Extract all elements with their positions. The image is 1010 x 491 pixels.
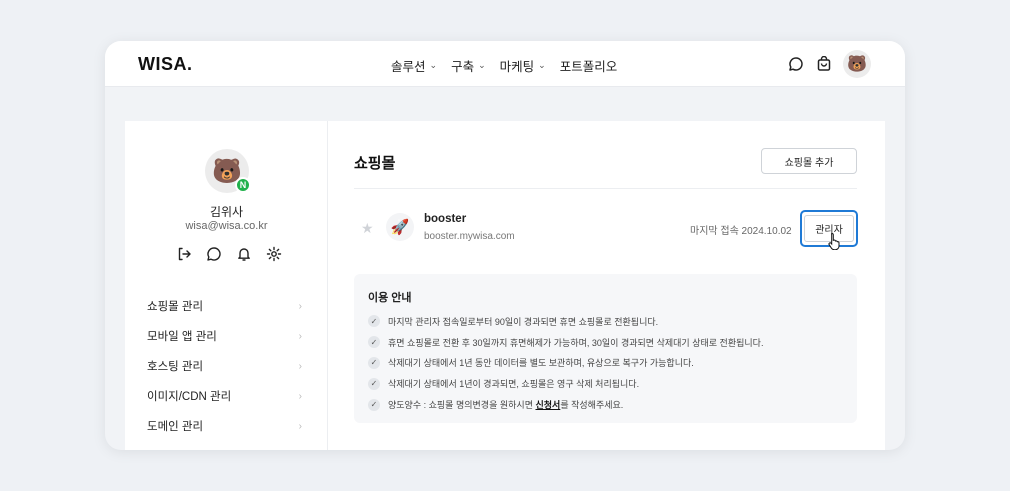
list-item: ✓ 삭제대기 상태에서 1년 동안 데이터를 별도 보관하며, 유상으로 복구가… [368, 353, 763, 374]
sidebar-item-mobile-app[interactable]: 모바일 앱 관리 › [125, 321, 328, 351]
cart-icon[interactable] [815, 55, 833, 73]
sidebar-item-label: 호스팅 관리 [147, 361, 204, 373]
naver-badge: N [235, 177, 251, 193]
main-nav: 솔루션 ⌄ 구축 ⌄ 마케팅 ⌄ 포트폴리오 [391, 56, 617, 75]
shop-url: booster.mywisa.com [424, 231, 515, 242]
main-content: 쇼핑몰 쇼핑몰 추가 ★ 🚀 booster booster.mywisa.co… [328, 121, 885, 450]
sidebar-menu: 쇼핑몰 관리 › 모바일 앱 관리 › 호스팅 관리 › 이미지/CDN 관리 … [125, 291, 328, 441]
sidebar-item-cdn[interactable]: 이미지/CDN 관리 › [125, 381, 328, 411]
app-window: WISA. 솔루션 ⌄ 구축 ⌄ 마케팅 ⌄ 포트폴리오 🐻 🐻 N 김위사 w… [105, 41, 905, 450]
application-form-link[interactable]: 신청서 [535, 400, 560, 410]
check-icon: ✓ [368, 356, 380, 369]
nav-item-label: 포트폴리오 [559, 60, 618, 74]
sidebar-item-label: 이미지/CDN 관리 [147, 391, 232, 403]
notice-text: 삭제대기 상태에서 1년이 경과되면, 쇼핑몰은 영구 삭제 처리됩니다. [388, 379, 640, 390]
nav-item-label: 솔루션 [391, 60, 426, 74]
chevron-right-icon: › [298, 360, 302, 372]
sidebar: 🐻 N 김위사 wisa@wisa.co.kr 쇼핑몰 관리 › 모바일 앱 관… [125, 121, 328, 450]
chevron-right-icon: › [298, 330, 302, 342]
list-item: ✓ 휴면 쇼핑몰로 전환 후 30일까지 휴면해제가 가능하며, 30일이 경과… [368, 332, 763, 353]
notice-title: 이용 안내 [368, 292, 412, 304]
check-icon: ✓ [368, 336, 380, 349]
notice-list: ✓ 마지막 관리자 접속일로부터 90일이 경과되면 휴면 쇼핑몰로 전환됩니다… [368, 311, 763, 415]
content-panel: 🐻 N 김위사 wisa@wisa.co.kr 쇼핑몰 관리 › 모바일 앱 관… [125, 121, 885, 450]
star-icon[interactable]: ★ [361, 220, 374, 237]
last-access-date: 마지막 접속 2024.10.02 [690, 226, 792, 237]
chevron-right-icon: › [298, 300, 302, 312]
user-avatar[interactable]: 🐻 [843, 50, 871, 78]
nav-item-build[interactable]: 구축 ⌄ [451, 56, 486, 75]
list-item: ✓ 마지막 관리자 접속일로부터 90일이 경과되면 휴면 쇼핑몰로 전환됩니다… [368, 311, 763, 332]
gear-icon[interactable] [265, 245, 283, 263]
chevron-down-icon: ⌄ [429, 60, 438, 70]
check-icon: ✓ [368, 315, 380, 328]
profile-actions [175, 245, 283, 263]
sidebar-item-label: 쇼핑몰 관리 [147, 301, 204, 313]
user-email: wisa@wisa.co.kr [185, 220, 268, 232]
check-icon: ✓ [368, 377, 380, 390]
notice-text: 휴면 쇼핑몰로 전환 후 30일까지 휴면해제가 가능하며, 30일이 경과되면… [388, 337, 764, 348]
divider [354, 188, 857, 189]
nav-item-portfolio[interactable]: 포트폴리오 [560, 56, 618, 75]
sidebar-item-label: 도메인 관리 [147, 421, 204, 433]
top-navigation-bar: WISA. 솔루션 ⌄ 구축 ⌄ 마케팅 ⌄ 포트폴리오 🐻 [105, 41, 905, 87]
notice-prefix: 양도양수 : 쇼핑몰 명의변경을 원하시면 [388, 400, 536, 411]
chevron-right-icon: › [298, 420, 302, 432]
chat-icon[interactable] [787, 55, 805, 73]
notice-suffix: 를 작성해주세요. [560, 400, 624, 411]
bell-icon[interactable] [235, 245, 253, 263]
add-shop-button[interactable]: 쇼핑몰 추가 [761, 148, 857, 174]
header-actions: 🐻 [787, 50, 871, 78]
chat-icon[interactable] [205, 245, 223, 263]
hand-cursor-icon [828, 232, 840, 250]
check-icon: ✓ [368, 398, 380, 411]
sidebar-item-domain[interactable]: 도메인 관리 › [125, 411, 328, 441]
wisa-logo[interactable]: WISA. [138, 54, 193, 75]
nav-item-label: 마케팅 [499, 60, 535, 74]
nav-item-solution[interactable]: 솔루션 ⌄ [391, 56, 437, 75]
user-name: 김위사 [209, 205, 244, 219]
notice-text: 마지막 관리자 접속일로부터 90일이 경과되면 휴면 쇼핑몰로 전환됩니다. [388, 316, 659, 327]
logout-icon[interactable] [175, 245, 193, 263]
nav-item-label: 구축 [451, 60, 475, 74]
list-item: ✓ 삭제대기 상태에서 1년이 경과되면, 쇼핑몰은 영구 삭제 처리됩니다. [368, 373, 763, 394]
shop-name[interactable]: booster [424, 213, 466, 225]
nav-item-marketing[interactable]: 마케팅 ⌄ [500, 56, 546, 75]
rocket-icon: 🚀 [386, 213, 414, 241]
chevron-down-icon: ⌄ [538, 60, 546, 70]
sidebar-item-hosting[interactable]: 호스팅 관리 › [125, 351, 328, 381]
chevron-right-icon: › [298, 390, 302, 402]
usage-notice: 이용 안내 ✓ 마지막 관리자 접속일로부터 90일이 경과되면 휴면 쇼핑몰로… [354, 274, 857, 423]
notice-text: 삭제대기 상태에서 1년 동안 데이터를 별도 보관하며, 유상으로 복구가 가… [388, 358, 694, 369]
sidebar-item-shop[interactable]: 쇼핑몰 관리 › [125, 291, 328, 321]
sidebar-item-label: 모바일 앱 관리 [147, 331, 217, 343]
notice-text: 양도양수 : 쇼핑몰 명의변경을 원하시면 신청서를 작성해주세요. [388, 398, 623, 411]
list-item: ✓ 양도양수 : 쇼핑몰 명의변경을 원하시면 신청서를 작성해주세요. [368, 394, 763, 415]
chevron-down-icon: ⌄ [478, 60, 486, 70]
page-title: 쇼핑몰 [354, 155, 396, 172]
